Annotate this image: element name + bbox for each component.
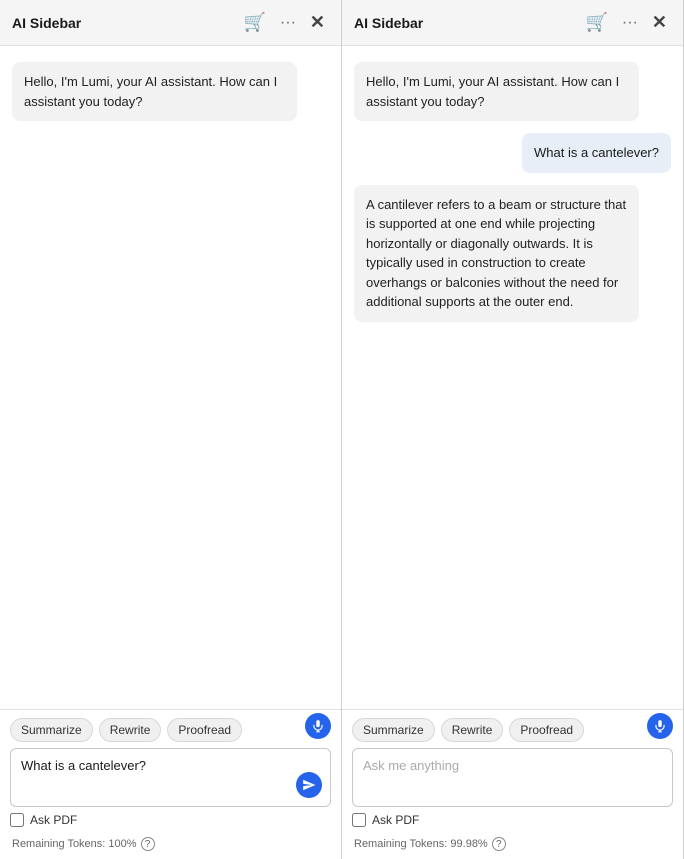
- more-icon[interactable]: ···: [276, 12, 300, 34]
- tokens-help-1[interactable]: ?: [141, 837, 155, 851]
- sidebar-2-input-wrapper: [352, 748, 673, 807]
- more-icon-2[interactable]: ···: [618, 12, 642, 34]
- ask-pdf-label-2: Ask PDF: [372, 813, 419, 827]
- sidebar-1-bottom: Summarize Rewrite Proofread ⋮ What is a …: [0, 709, 341, 859]
- sidebar-1-action-bar: Summarize Rewrite Proofread ⋮: [10, 718, 331, 742]
- proofread-chip-1[interactable]: Proofread: [167, 718, 242, 742]
- assistant-message: Hello, I'm Lumi, your AI assistant. How …: [12, 62, 297, 121]
- sidebar-2-header: AI Sidebar 🛒 ··· ✕: [342, 0, 683, 46]
- sidebar-1-input-wrapper: What is a cantelever?: [10, 748, 331, 807]
- ask-pdf-label-1: Ask PDF: [30, 813, 77, 827]
- tokens-text-2: Remaining Tokens: 99.98%: [354, 838, 488, 850]
- send-button-1[interactable]: [296, 772, 322, 798]
- sidebar-2-title: AI Sidebar: [354, 15, 576, 31]
- sidebar-2: AI Sidebar 🛒 ··· ✕ Hello, I'm Lumi, your…: [342, 0, 684, 859]
- tokens-text-1: Remaining Tokens: 100%: [12, 838, 137, 850]
- sidebar-1: AI Sidebar 🛒 ··· ✕ Hello, I'm Lumi, your…: [0, 0, 342, 859]
- sidebar-2-bottom: Summarize Rewrite Proofread ⋮ Ask PDF Re…: [342, 709, 683, 859]
- assistant-message-2: Hello, I'm Lumi, your AI assistant. How …: [354, 62, 639, 121]
- input-field-2[interactable]: [363, 757, 636, 793]
- rewrite-chip-1[interactable]: Rewrite: [99, 718, 162, 742]
- sidebar-1-chat: Hello, I'm Lumi, your AI assistant. How …: [0, 46, 341, 705]
- record-button-1[interactable]: [305, 713, 331, 739]
- input-field-1[interactable]: What is a cantelever?: [21, 757, 294, 793]
- tokens-row-2: Remaining Tokens: 99.98% ?: [352, 833, 673, 853]
- record-button-2[interactable]: [647, 713, 673, 739]
- rewrite-chip-2[interactable]: Rewrite: [441, 718, 504, 742]
- sidebar-2-action-bar: Summarize Rewrite Proofread ⋮: [352, 718, 673, 742]
- cart-icon[interactable]: 🛒: [240, 10, 270, 35]
- sidebar-1-title: AI Sidebar: [12, 15, 234, 31]
- close-icon-2[interactable]: ✕: [648, 10, 671, 35]
- summarize-chip-2[interactable]: Summarize: [352, 718, 435, 742]
- tokens-row-1: Remaining Tokens: 100% ?: [10, 833, 331, 853]
- sidebar-2-chat: Hello, I'm Lumi, your AI assistant. How …: [342, 46, 683, 705]
- assistant-response-2: A cantilever refers to a beam or structu…: [354, 185, 639, 322]
- ask-pdf-checkbox-2[interactable]: [352, 813, 366, 827]
- tokens-help-2[interactable]: ?: [492, 837, 506, 851]
- close-icon[interactable]: ✕: [306, 10, 329, 35]
- ask-pdf-row-1: Ask PDF: [10, 813, 331, 827]
- summarize-chip-1[interactable]: Summarize: [10, 718, 93, 742]
- ask-pdf-row-2: Ask PDF: [352, 813, 673, 827]
- proofread-chip-2[interactable]: Proofread: [509, 718, 584, 742]
- user-message-2: What is a cantelever?: [522, 133, 671, 173]
- cart-icon-2[interactable]: 🛒: [582, 10, 612, 35]
- sidebar-1-header: AI Sidebar 🛒 ··· ✕: [0, 0, 341, 46]
- ask-pdf-checkbox-1[interactable]: [10, 813, 24, 827]
